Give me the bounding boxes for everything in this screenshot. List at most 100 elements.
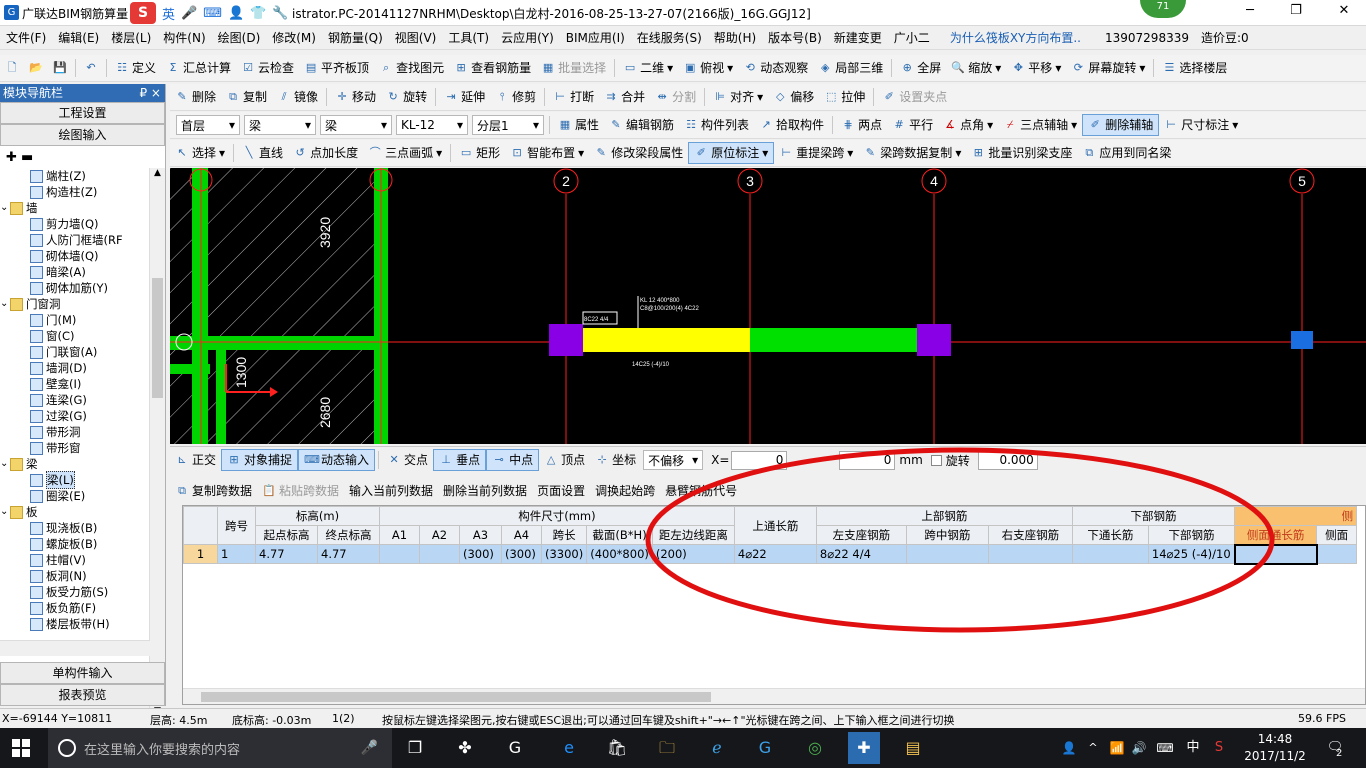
top-view-dropdown[interactable]: ▣ 俯视 ▾ xyxy=(678,55,738,81)
tree-item[interactable]: 楼层板带(H) xyxy=(0,616,150,632)
page-setup-button[interactable]: 页面设置 xyxy=(532,479,590,503)
merge-button[interactable]: ⇉ 合并 xyxy=(599,84,650,110)
windows-start-icon[interactable] xyxy=(12,739,30,757)
menu-modify[interactable]: 修改(M) xyxy=(266,26,322,49)
align-slab-top-button[interactable]: ▤ 平齐板顶 xyxy=(299,55,374,81)
tree-item[interactable]: 板负筋(F) xyxy=(0,600,150,616)
member-list-button[interactable]: ☷ 构件列表 xyxy=(679,112,754,138)
screen-rotate-dropdown[interactable]: ⟳ 屏幕旋转 ▾ xyxy=(1066,55,1150,81)
perpendicular-toggle[interactable]: ⊥ 垂点 xyxy=(433,449,487,471)
beam-span-selected[interactable] xyxy=(566,328,750,352)
layer-select[interactable]: 分层1 ▾ xyxy=(472,115,544,135)
three-point-arc-dropdown[interactable]: ⌒ 三点画弧 ▾ xyxy=(363,140,447,166)
copy-span-data-grid-button[interactable]: ⧉ 复制跨数据 xyxy=(170,479,257,503)
smart-layout-dropdown[interactable]: ⊡ 智能布置 ▾ xyxy=(505,140,589,166)
project-settings-button[interactable]: 工程设置 xyxy=(0,102,165,124)
tree-folder[interactable]: ⌄ 板 xyxy=(0,504,150,520)
offset-button[interactable]: ◇ 偏移 xyxy=(768,84,819,110)
delete-axis-button[interactable]: ✐ 删除辅轴 xyxy=(1082,114,1160,136)
intersection-toggle[interactable]: ✕ 交点 xyxy=(382,447,433,473)
view-rebar-qty-button[interactable]: ⊞ 查看钢筋量 xyxy=(449,55,536,81)
shirt-icon[interactable]: 👕 xyxy=(250,6,266,21)
mic-icon[interactable]: 🎤 xyxy=(181,6,197,21)
store-icon[interactable]: 🛍 xyxy=(604,736,630,760)
undo-icon[interactable]: ↶ xyxy=(79,55,103,81)
delete-button[interactable]: ✎ 删除 xyxy=(170,84,221,110)
tree-item[interactable]: 螺旋板(B) xyxy=(0,536,150,552)
point-length-button[interactable]: ↺ 点加长度 xyxy=(288,140,363,166)
ggj-active-app-icon[interactable]: ✚ xyxy=(848,732,880,764)
cell-a1[interactable] xyxy=(379,544,420,564)
new-file-icon[interactable]: 🗋 xyxy=(0,55,24,81)
sogou-tray-icon[interactable]: S xyxy=(1206,736,1232,760)
restore-icon[interactable]: ❐ xyxy=(1286,3,1306,23)
tree-item[interactable]: 墙洞(D) xyxy=(0,360,150,376)
file-explorer-icon[interactable]: 🗀 xyxy=(654,736,680,760)
tree-item[interactable]: 构造柱(Z) xyxy=(0,184,150,200)
tree-item[interactable]: 柱帽(V) xyxy=(0,552,150,568)
parallel-button[interactable]: # 平行 xyxy=(887,112,938,138)
menu-phone[interactable]: 13907298339 xyxy=(1099,26,1195,49)
midpoint-toggle[interactable]: ⊸ 中点 xyxy=(486,449,540,471)
tree-item[interactable]: 剪力墙(Q) xyxy=(0,216,150,232)
menu-rebar-qty[interactable]: 钢筋量(Q) xyxy=(322,26,389,49)
wrench-icon[interactable]: 🔧 xyxy=(272,6,288,21)
member-select[interactable]: KL-12 ▾ xyxy=(396,115,468,135)
mic-icon-taskbar[interactable]: 🎤 xyxy=(361,740,378,756)
ime-toolbar[interactable]: S 英 🎤 ⌨ 👤 👕 🔧 xyxy=(130,1,290,25)
ime-lang-toggle[interactable]: 英 xyxy=(162,4,175,23)
batch-select-button[interactable]: ▦ 批量选择 xyxy=(536,55,611,81)
properties-button[interactable]: ▦ 属性 xyxy=(553,112,604,138)
two-points-button[interactable]: ⋕ 两点 xyxy=(836,112,887,138)
cell-a4[interactable]: (300) xyxy=(501,544,542,564)
menu-file[interactable]: 文件(F) xyxy=(0,26,52,49)
tree-item[interactable]: 暗梁(A) xyxy=(0,264,150,280)
close-icon[interactable]: ✕ xyxy=(1334,3,1354,23)
column-axis-2[interactable] xyxy=(549,324,583,356)
pick-member-button[interactable]: ↗ 拾取构件 xyxy=(754,112,829,138)
row-number[interactable]: 1 xyxy=(183,544,218,564)
taskbar-search[interactable]: 在这里输入你要搜索的内容 🎤 xyxy=(48,728,392,768)
pan-dropdown[interactable]: ✥ 平移 ▾ xyxy=(1006,55,1066,81)
tray-up-icon[interactable]: ^ xyxy=(1080,736,1106,760)
summary-calc-button[interactable]: Σ 汇总计算 xyxy=(161,55,236,81)
expand-icon[interactable]: ⌄ xyxy=(0,456,10,472)
green-app-icon[interactable]: ◎ xyxy=(802,736,828,760)
line-button[interactable]: ╲ 直线 xyxy=(237,140,288,166)
glodon-app-icon[interactable]: G xyxy=(502,736,528,760)
paste-span-data-button[interactable]: 📋 粘贴跨数据 xyxy=(257,479,344,503)
grid-hscrollbar[interactable] xyxy=(183,688,1365,704)
edit-rebar-button[interactable]: ✎ 编辑钢筋 xyxy=(604,112,679,138)
report-preview-button[interactable]: 报表预览 xyxy=(0,684,165,706)
tree-item[interactable]: 板受力筋(S) xyxy=(0,584,150,600)
move-button[interactable]: ✛ 移动 xyxy=(330,84,381,110)
menu-view[interactable]: 视图(V) xyxy=(389,26,443,49)
pin-close-icon[interactable]: ₽ × xyxy=(139,84,161,102)
define-button[interactable]: ☷ 定义 xyxy=(110,55,161,81)
tree-item[interactable]: 板洞(N) xyxy=(0,568,150,584)
re-extract-span-button[interactable]: ⊢ 重提梁跨 ▾ xyxy=(774,140,858,166)
copy-span-data-button[interactable]: ✎ 梁跨数据复制 ▾ xyxy=(858,140,966,166)
single-member-input-button[interactable]: 单构件输入 xyxy=(0,662,165,684)
save-icon[interactable]: 💾 xyxy=(48,55,72,81)
people-icon[interactable]: 👤 xyxy=(1056,736,1082,760)
tree-item[interactable]: 门联窗(A) xyxy=(0,344,150,360)
cell-a3[interactable]: (300) xyxy=(459,544,502,564)
notepad-app-icon[interactable]: ▤ xyxy=(900,736,926,760)
column-axis-4[interactable] xyxy=(917,324,951,356)
tree-folder[interactable]: ⌄ 梁 xyxy=(0,456,150,472)
tree-item[interactable]: 圈梁(E) xyxy=(0,488,150,504)
canvas-svg[interactable]: 2 3 4 5 3920 1300 2680 8C22 4/4 KL 12 40… xyxy=(170,168,1366,444)
extend-button[interactable]: ⇥ 延伸 xyxy=(439,84,490,110)
modify-span-props-button[interactable]: ✎ 修改梁段属性 xyxy=(589,140,688,166)
batch-identify-support-button[interactable]: ⊞ 批量识别梁支座 xyxy=(966,140,1077,166)
tree-item[interactable]: 带形窗 xyxy=(0,440,150,456)
vertex-toggle[interactable]: △ 顶点 xyxy=(539,447,590,473)
rotate-button[interactable]: ↻ 旋转 xyxy=(381,84,432,110)
tree-folder[interactable]: ⌄ 门窗洞 xyxy=(0,296,150,312)
tree-item[interactable]: 梁(L) xyxy=(0,471,150,489)
split-button[interactable]: ⇹ 分割 xyxy=(650,84,701,110)
type-select-1[interactable]: 梁 ▾ xyxy=(244,115,316,135)
tree-scroll-thumb[interactable] xyxy=(152,278,163,398)
tree-item[interactable]: 人防门框墙(RF xyxy=(0,232,150,248)
